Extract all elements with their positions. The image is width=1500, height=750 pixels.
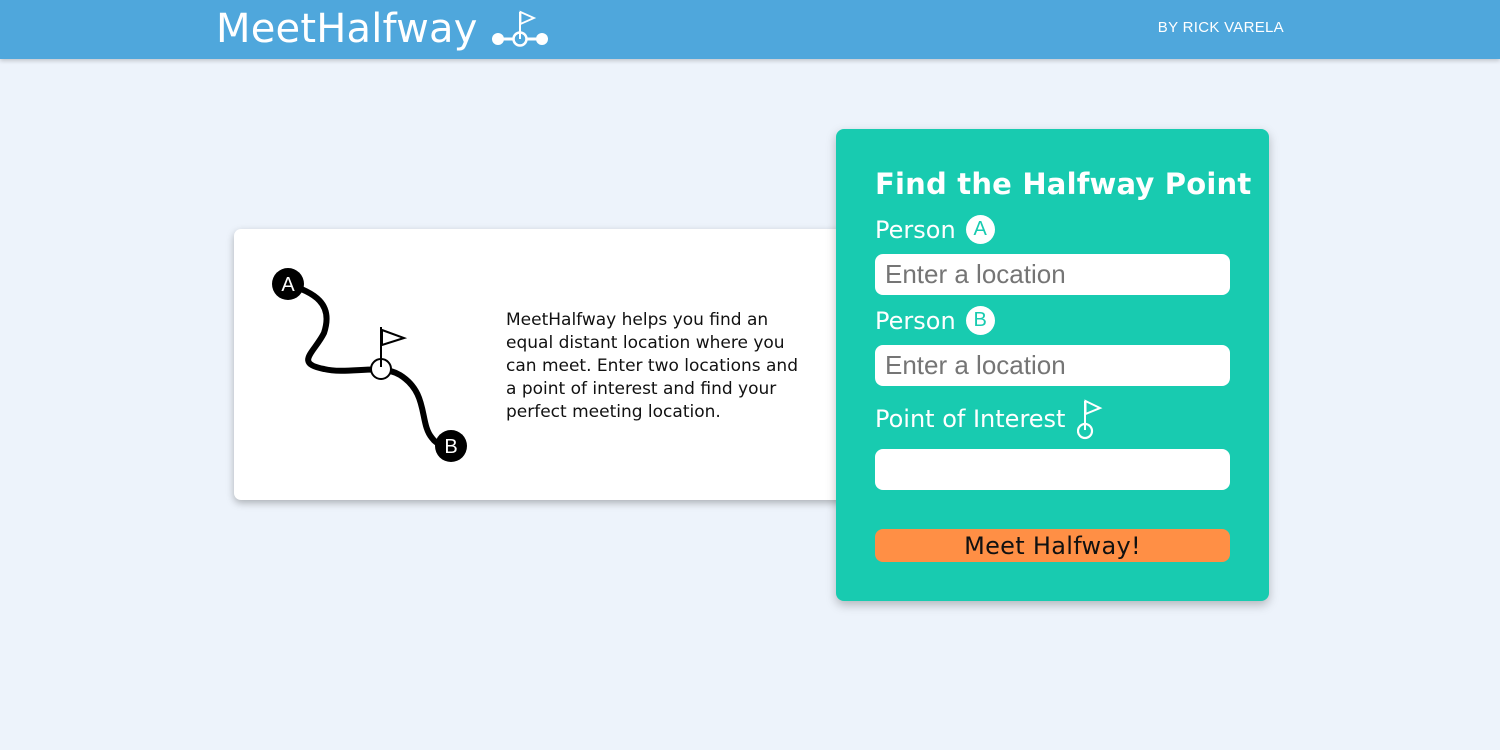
point-of-interest-label: Point of Interest — [875, 397, 1103, 441]
person-a-badge: A — [965, 215, 995, 244]
brand-link[interactable]: MeetHalfway — [216, 4, 550, 54]
halfway-form-card: Find the Halfway Point Person A Person B… — [836, 129, 1269, 601]
person-a-location-input[interactable] — [875, 254, 1230, 295]
point-of-interest-input[interactable] — [875, 449, 1230, 490]
author-byline-link[interactable]: BY RICK VARELA — [1158, 19, 1284, 36]
form-title: Find the Halfway Point — [875, 167, 1252, 201]
point-b-marker: B — [435, 430, 467, 462]
point-b-label: B — [444, 436, 457, 458]
person-a-label-text: Person — [875, 215, 956, 244]
person-a-label: Person A — [875, 215, 995, 244]
meet-halfway-button[interactable]: Meet Halfway! — [875, 529, 1230, 562]
person-b-label: Person B — [875, 306, 995, 335]
flag-pin-icon — [1077, 399, 1103, 440]
point-of-interest-label-text: Point of Interest — [875, 405, 1066, 433]
route-a-to-b-icon: A B — [272, 268, 467, 462]
person-b-location-input[interactable] — [875, 345, 1230, 386]
route-flag-logo-icon — [491, 10, 548, 47]
intro-card: A B MeetHalfway helps you find an equal … — [234, 229, 854, 500]
person-b-badge: B — [965, 306, 995, 335]
point-a-label: A — [281, 274, 295, 296]
intro-description: MeetHalfway helps you find an equal dist… — [506, 310, 798, 422]
point-a-marker: A — [272, 268, 304, 300]
person-b-label-text: Person — [875, 306, 956, 335]
brand-title: MeetHalfway — [216, 6, 478, 52]
top-navbar: MeetHalfway BY RICK VARELA — [0, 0, 1500, 59]
